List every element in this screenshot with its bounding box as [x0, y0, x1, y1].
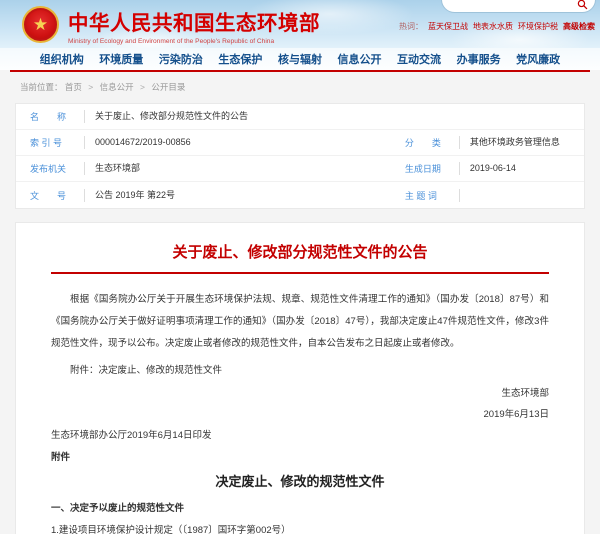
repealed-item: 1.建设项目环境保护设计规定（〔1987〕国环字第002号）: [51, 522, 549, 534]
meta-row-docnumber: 文 号 公告 2019年 第22号 主 题 词: [16, 182, 584, 208]
meta-value-subject-words: [459, 189, 584, 202]
document-panel: 关于废止、修改部分规范性文件的公告 根据《国务院办公厅关于开展生态环境保护法规、…: [15, 222, 585, 534]
title-divider: [51, 272, 549, 274]
meta-row-index: 索 引 号 000014672/2019-00856 分 类 其他环境政务管理信…: [16, 130, 584, 156]
nav-item-interaction[interactable]: 互动交流: [397, 51, 441, 67]
annex-label: 附件: [51, 449, 549, 463]
meta-row-issuer: 发布机关 生态环境部 生成日期 2019-06-14: [16, 156, 584, 182]
breadcrumb-info-disclosure[interactable]: 信息公开: [100, 82, 134, 92]
nav-item-organization[interactable]: 组织机构: [40, 51, 84, 67]
hot-words-bar: 热词： 蓝天保卫战地表水水质环境保护税高级检索: [399, 21, 595, 32]
hotword-blue-sky[interactable]: 蓝天保卫战: [428, 22, 468, 31]
meta-value-category: 其他环境政务管理信息: [459, 136, 584, 149]
nav-item-info-disclosure[interactable]: 信息公开: [338, 51, 382, 67]
meta-value-document-number: 公告 2019年 第22号: [84, 189, 391, 202]
meta-value-index-number: 000014672/2019-00856: [84, 136, 391, 149]
hotword-advanced-search[interactable]: 高级检索: [563, 22, 595, 31]
nav-item-eco-protection[interactable]: 生态保护: [218, 51, 262, 67]
site-header: ★ 中华人民共和国生态环境部 Ministry of Ecology and E…: [0, 0, 600, 48]
meta-row-name: 名 称 关于废止、修改部分规范性文件的公告: [16, 104, 584, 130]
hot-words-label: 热词：: [399, 22, 423, 31]
breadcrumb-label: 当前位置：: [20, 82, 63, 92]
meta-label-subject-words: 主 题 词: [405, 189, 459, 202]
nav-item-nuclear-radiation[interactable]: 核与辐射: [278, 51, 322, 67]
nav-item-party-conduct[interactable]: 党风廉政: [516, 51, 560, 67]
breadcrumb: 当前位置： 首页 > 信息公开 > 公开目录: [20, 81, 600, 94]
meta-value-issuing-agency: 生态环境部: [84, 162, 391, 175]
nav-item-pollution-control[interactable]: 污染防治: [159, 51, 203, 67]
document-title: 关于废止、修改部分规范性文件的公告: [51, 241, 549, 262]
attachment-reference: 附件：决定废止、修改的规范性文件: [51, 362, 549, 376]
nav-item-services[interactable]: 办事服务: [457, 51, 501, 67]
issue-note: 生态环境部办公厅2019年6月14日印发: [51, 427, 549, 441]
meta-value-generated-date: 2019-06-14: [459, 162, 584, 175]
breadcrumb-home[interactable]: 首页: [65, 82, 82, 92]
signature-agency: 生态环境部: [51, 385, 549, 399]
signature-date: 2019年6月13日: [51, 406, 549, 420]
meta-label-category: 分 类: [405, 136, 459, 149]
hotword-env-tax[interactable]: 环境保护税: [518, 22, 558, 31]
document-paragraph: 根据《国务院办公厅关于开展生态环境保护法规、规章、规范性文件清理工作的通知》（国…: [51, 289, 549, 355]
meta-label-issuing-agency: 发布机关: [30, 162, 84, 175]
meta-label-index-number: 索 引 号: [30, 136, 84, 149]
search-input[interactable]: [441, 0, 596, 13]
nav-red-underline: [10, 70, 590, 72]
site-title: 中华人民共和国生态环境部: [68, 6, 320, 36]
document-meta-panel: 名 称 关于废止、修改部分规范性文件的公告 索 引 号 000014672/20…: [15, 103, 585, 209]
section-1-title: 一、决定予以废止的规范性文件: [51, 500, 549, 514]
breadcrumb-separator: >: [140, 82, 145, 92]
meta-label-name: 名 称: [30, 110, 84, 123]
main-nav: 组织机构 环境质量 污染防治 生态保护 核与辐射 信息公开 互动交流 办事服务 …: [0, 48, 600, 70]
annex-title: 决定废止、修改的规范性文件: [51, 471, 549, 490]
meta-label-generated-date: 生成日期: [405, 162, 459, 175]
site-brand[interactable]: ★ 中华人民共和国生态环境部 Ministry of Ecology and E…: [22, 3, 320, 45]
breadcrumb-catalog[interactable]: 公开目录: [151, 82, 185, 92]
meta-label-document-number: 文 号: [30, 189, 84, 202]
breadcrumb-separator: >: [88, 82, 93, 92]
search-icon[interactable]: [577, 0, 588, 10]
nav-item-env-quality[interactable]: 环境质量: [99, 51, 143, 67]
national-emblem-icon: ★: [22, 6, 59, 43]
site-subtitle: Ministry of Ecology and Environment of t…: [68, 38, 320, 45]
hotword-surface-water[interactable]: 地表水水质: [473, 22, 513, 31]
meta-value-name: 关于废止、修改部分规范性文件的公告: [84, 110, 584, 123]
